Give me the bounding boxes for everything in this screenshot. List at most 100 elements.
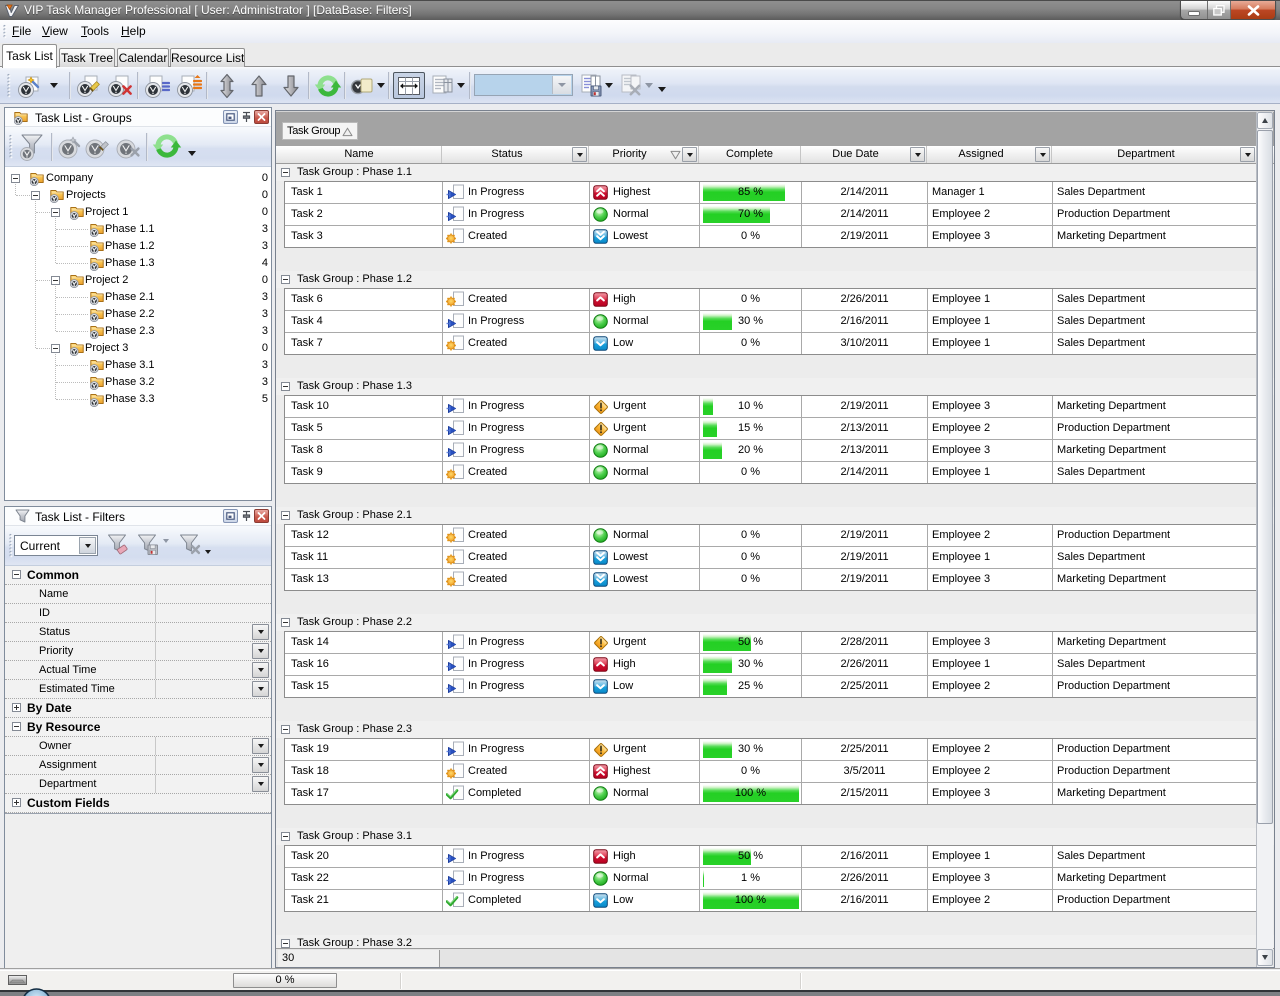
minimize-button[interactable] (1181, 1, 1208, 19)
tree-expander-icon[interactable] (51, 344, 60, 353)
dropdown-arrow-icon[interactable] (377, 83, 385, 88)
filter-row-id[interactable]: ID (5, 604, 271, 623)
filter-row-status[interactable]: Status (5, 623, 271, 642)
tree-node-projects[interactable]: Projects0 (5, 187, 271, 204)
task-row[interactable]: Task 1In ProgressHighest85 %2/14/2011Man… (285, 182, 1256, 204)
filter-dropdown-button[interactable] (252, 662, 269, 678)
filter-row-owner[interactable]: Owner (5, 737, 271, 756)
tree-expander-icon[interactable] (11, 174, 20, 183)
refresh-groups-button[interactable] (152, 132, 182, 162)
filter-dropdown-button[interactable] (252, 738, 269, 754)
filter-section-expander-icon[interactable] (12, 570, 21, 579)
tree-expander-icon[interactable] (31, 191, 40, 200)
column-filter-button[interactable] (910, 147, 925, 162)
move-down-button[interactable] (276, 72, 306, 99)
groups-panel-pin-button[interactable] (239, 110, 254, 124)
add-task-button[interactable] (15, 72, 45, 99)
filter-dropdown-button[interactable] (252, 681, 269, 697)
filter-row-name[interactable]: Name (5, 585, 271, 604)
task-row[interactable]: Task 2In ProgressNormal70 %2/14/2011Empl… (285, 204, 1256, 226)
scrollbar-thumb[interactable] (1257, 130, 1273, 824)
task-row[interactable]: Task 21CompletedLow100 %2/16/2011Employe… (285, 890, 1256, 912)
task-row[interactable]: Task 15In ProgressLow25 %2/25/2011Employ… (285, 676, 1256, 698)
filters-panel-restore-button[interactable] (223, 509, 238, 523)
tree-node-phase-3-2[interactable]: Phase 3.23 (5, 374, 271, 391)
customize-columns-button[interactable] (428, 72, 456, 99)
task-row[interactable]: Task 9CreatedNormal0 %2/14/2011Employee … (285, 462, 1256, 484)
tab-task-tree[interactable]: Task Tree (59, 48, 115, 67)
group-expander-icon[interactable] (281, 939, 290, 948)
dropdown-arrow-icon[interactable] (188, 151, 196, 156)
add-group-button[interactable] (57, 134, 83, 160)
tree-node-phase-1-2[interactable]: Phase 1.23 (5, 238, 271, 255)
dropdown-arrow-icon[interactable] (645, 83, 653, 88)
dropdown-arrow-icon[interactable] (658, 87, 666, 92)
group-row-header[interactable]: Task Group : Phase 1.3 (276, 378, 1274, 395)
refresh-button[interactable] (313, 72, 343, 99)
task-row[interactable]: Task 22In ProgressNormal1 %2/26/2011Empl… (285, 868, 1256, 890)
tree-expander-icon[interactable] (51, 208, 60, 217)
task-row[interactable]: Task 16In ProgressHigh30 %2/26/2011Emplo… (285, 654, 1256, 676)
delete-task-button[interactable] (105, 72, 135, 99)
vertical-scrollbar[interactable] (1256, 112, 1273, 967)
group-row-header[interactable]: Task Group : Phase 2.3 (276, 721, 1274, 738)
tree-node-project-2[interactable]: Project 20 (5, 272, 271, 289)
filter-section-expander-icon[interactable] (12, 703, 21, 712)
task-row[interactable]: Task 10In ProgressUrgent10 %2/19/2011Emp… (285, 396, 1256, 418)
group-expander-icon[interactable] (281, 275, 290, 284)
toolbar-combo-dropdown-button[interactable] (552, 76, 571, 94)
group-by-chip[interactable]: Task Group (282, 122, 358, 140)
column-header-due-date[interactable]: Due Date (801, 146, 927, 163)
task-history-button[interactable] (174, 72, 204, 99)
column-header-department[interactable]: Department (1052, 146, 1257, 163)
group-expander-icon[interactable] (281, 832, 290, 841)
delete-group-button[interactable] (115, 134, 141, 160)
tree-node-phase-1-1[interactable]: Phase 1.13 (5, 221, 271, 238)
column-filter-button[interactable] (1240, 147, 1255, 162)
tree-node-phase-2-2[interactable]: Phase 2.23 (5, 306, 271, 323)
toolbar-filter-combobox[interactable] (474, 74, 573, 96)
filter-row-assignment[interactable]: Assignment (5, 756, 271, 775)
column-header-status[interactable]: Status (442, 146, 589, 163)
start-orb-icon[interactable] (21, 987, 52, 996)
column-header-assigned[interactable]: Assigned (927, 146, 1052, 163)
tree-node-phase-3-1[interactable]: Phase 3.13 (5, 357, 271, 374)
tree-node-project-3[interactable]: Project 30 (5, 340, 271, 357)
dropdown-arrow-icon[interactable] (163, 539, 169, 543)
filters-panel-close-button[interactable] (254, 509, 269, 523)
task-row[interactable]: Task 13CreatedLowest0 %2/19/2011Employee… (285, 569, 1256, 591)
group-row-header[interactable]: Task Group : Phase 1.2 (276, 271, 1274, 288)
filter-section-expander-icon[interactable] (12, 798, 21, 807)
tree-node-company[interactable]: Company0 (5, 170, 271, 187)
task-row[interactable]: Task 18CreatedHighest0 %3/5/2011Employee… (285, 761, 1256, 783)
print-preview-button[interactable] (349, 72, 375, 99)
task-row[interactable]: Task 8In ProgressNormal20 %2/13/2011Empl… (285, 440, 1256, 462)
tree-node-phase-2-3[interactable]: Phase 2.33 (5, 323, 271, 340)
group-row-header[interactable]: Task Group : Phase 1.1 (276, 164, 1274, 181)
tree-node-phase-1-3[interactable]: Phase 1.34 (5, 255, 271, 272)
task-row[interactable]: Task 17CompletedNormal100 %2/15/2011Empl… (285, 783, 1256, 805)
scroll-down-button[interactable] (1257, 949, 1273, 966)
edit-task-button[interactable] (74, 72, 104, 99)
group-expander-icon[interactable] (281, 382, 290, 391)
filter-row-department[interactable]: Department (5, 775, 271, 794)
task-row[interactable]: Task 19In ProgressUrgent30 %2/25/2011Emp… (285, 739, 1256, 761)
column-filter-button[interactable] (572, 147, 587, 162)
task-row[interactable]: Task 4In ProgressNormal30 %2/16/2011Empl… (285, 311, 1256, 333)
move-up-button[interactable] (244, 72, 274, 99)
filter-dropdown-button[interactable] (252, 643, 269, 659)
filter-dropdown-button[interactable] (252, 776, 269, 792)
column-header-priority[interactable]: Priority (589, 146, 699, 163)
column-filter-button[interactable] (1035, 147, 1050, 162)
filter-preset-dropdown-button[interactable] (79, 537, 96, 554)
filter-groups-button[interactable] (18, 132, 48, 162)
task-row[interactable]: Task 20In ProgressHigh50 %2/16/2011Emplo… (285, 846, 1256, 868)
menu-item-view[interactable]: View (35, 23, 75, 40)
task-row[interactable]: Task 6CreatedHigh0 %2/26/2011Employee 1S… (285, 289, 1256, 311)
task-row[interactable]: Task 12CreatedNormal0 %2/19/2011Employee… (285, 525, 1256, 547)
group-expander-icon[interactable] (281, 511, 290, 520)
dropdown-arrow-icon[interactable] (205, 550, 211, 554)
scroll-up-button[interactable] (1257, 112, 1273, 129)
clear-filter-button[interactable] (105, 532, 131, 558)
dropdown-arrow-icon[interactable] (605, 83, 613, 88)
